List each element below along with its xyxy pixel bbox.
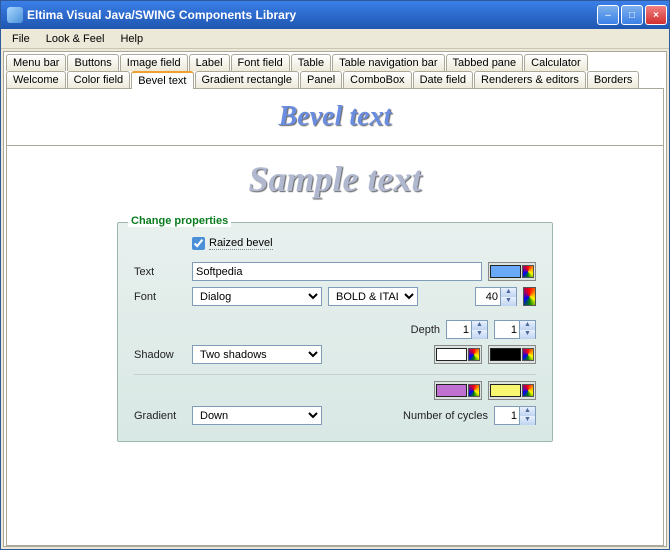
titlebar: Eltima Visual Java/SWING Components Libr…	[1, 1, 669, 29]
tab-tabbed-pane[interactable]: Tabbed pane	[446, 54, 524, 71]
shadow-label: Shadow	[134, 349, 186, 361]
tab-content: Bevel text Sample text Change properties…	[6, 88, 664, 546]
color-picker-icon	[468, 384, 480, 397]
color-picker-icon	[522, 348, 534, 361]
depth1-spinner[interactable]: ▲▼	[446, 320, 488, 339]
panel-title: Change properties	[128, 215, 231, 227]
close-button[interactable]: ×	[645, 5, 667, 25]
cycles-label: Number of cycles	[403, 410, 488, 422]
tab-image-field[interactable]: Image field	[120, 54, 188, 71]
tab-bevel-text[interactable]: Bevel text	[131, 71, 193, 89]
depth-label: Depth	[411, 324, 440, 336]
text-color-swatch	[490, 265, 521, 278]
cycles-spinner[interactable]: ▲▼	[494, 406, 536, 425]
font-style-select[interactable]: BOLD & ITALIC	[328, 287, 418, 306]
color-picker-icon	[468, 348, 480, 361]
font-size-input[interactable]	[476, 291, 500, 303]
gradient-color1-button[interactable]	[434, 381, 482, 400]
maximize-button[interactable]: □	[621, 5, 643, 25]
tab-gradient-rectangle[interactable]: Gradient rectangle	[195, 71, 300, 89]
app-window: Eltima Visual Java/SWING Components Libr…	[0, 0, 670, 550]
page-heading: Bevel text	[7, 101, 663, 133]
shadow-color1-button[interactable]	[434, 345, 482, 364]
shadow-color2-button[interactable]	[488, 345, 536, 364]
sample-text: Sample text	[7, 158, 663, 200]
color-picker-icon	[522, 265, 534, 278]
menu-look-feel[interactable]: Look & Feel	[38, 31, 113, 47]
gradient-label: Gradient	[134, 410, 186, 422]
spin-up-icon[interactable]: ▲	[500, 288, 516, 297]
tab-menu-bar[interactable]: Menu bar	[6, 54, 66, 71]
app-icon	[7, 7, 23, 23]
raized-bevel-label[interactable]: Raized bevel	[209, 237, 273, 250]
gradient-select[interactable]: Down	[192, 406, 322, 425]
menu-help[interactable]: Help	[112, 31, 151, 47]
tab-label[interactable]: Label	[189, 54, 230, 71]
tab-row-1: Menu barButtonsImage fieldLabelFont fiel…	[6, 54, 664, 71]
tabs-area: Menu barButtonsImage fieldLabelFont fiel…	[3, 51, 667, 547]
tab-table-navigation-bar[interactable]: Table navigation bar	[332, 54, 444, 71]
font-size-spinner[interactable]: ▲▼	[475, 287, 517, 306]
tab-combobox[interactable]: ComboBox	[343, 71, 411, 89]
minimize-button[interactable]: –	[597, 5, 619, 25]
tab-borders[interactable]: Borders	[587, 71, 640, 89]
font-name-select[interactable]: Dialog	[192, 287, 322, 306]
raized-bevel-checkbox[interactable]	[192, 237, 205, 250]
depth2-spinner[interactable]: ▲▼	[494, 320, 536, 339]
divider	[7, 145, 663, 146]
menubar: File Look & Feel Help	[1, 29, 669, 49]
menu-file[interactable]: File	[4, 31, 38, 47]
tab-row-2: WelcomeColor fieldBevel textGradient rec…	[6, 71, 664, 89]
tab-color-field[interactable]: Color field	[67, 71, 131, 89]
tab-font-field[interactable]: Font field	[231, 54, 290, 71]
tab-table[interactable]: Table	[291, 54, 331, 71]
panel-divider	[134, 374, 536, 375]
tab-date-field[interactable]: Date field	[413, 71, 473, 89]
tab-panel[interactable]: Panel	[300, 71, 342, 89]
tab-renderers-editors[interactable]: Renderers & editors	[474, 71, 586, 89]
properties-panel: Change properties Raized bevel Text	[117, 222, 553, 442]
color-picker-icon	[522, 384, 534, 397]
text-label: Text	[134, 266, 186, 278]
shadow-select[interactable]: Two shadows	[192, 345, 322, 364]
text-input[interactable]	[192, 262, 482, 281]
spin-down-icon[interactable]: ▼	[500, 297, 516, 306]
font-picker-icon[interactable]	[523, 287, 536, 306]
tab-welcome[interactable]: Welcome	[6, 71, 66, 89]
window-title: Eltima Visual Java/SWING Components Libr…	[27, 8, 597, 22]
text-color-button[interactable]	[488, 262, 536, 281]
font-label: Font	[134, 291, 186, 303]
tab-buttons[interactable]: Buttons	[67, 54, 118, 71]
tab-calculator[interactable]: Calculator	[524, 54, 588, 71]
gradient-color2-button[interactable]	[488, 381, 536, 400]
